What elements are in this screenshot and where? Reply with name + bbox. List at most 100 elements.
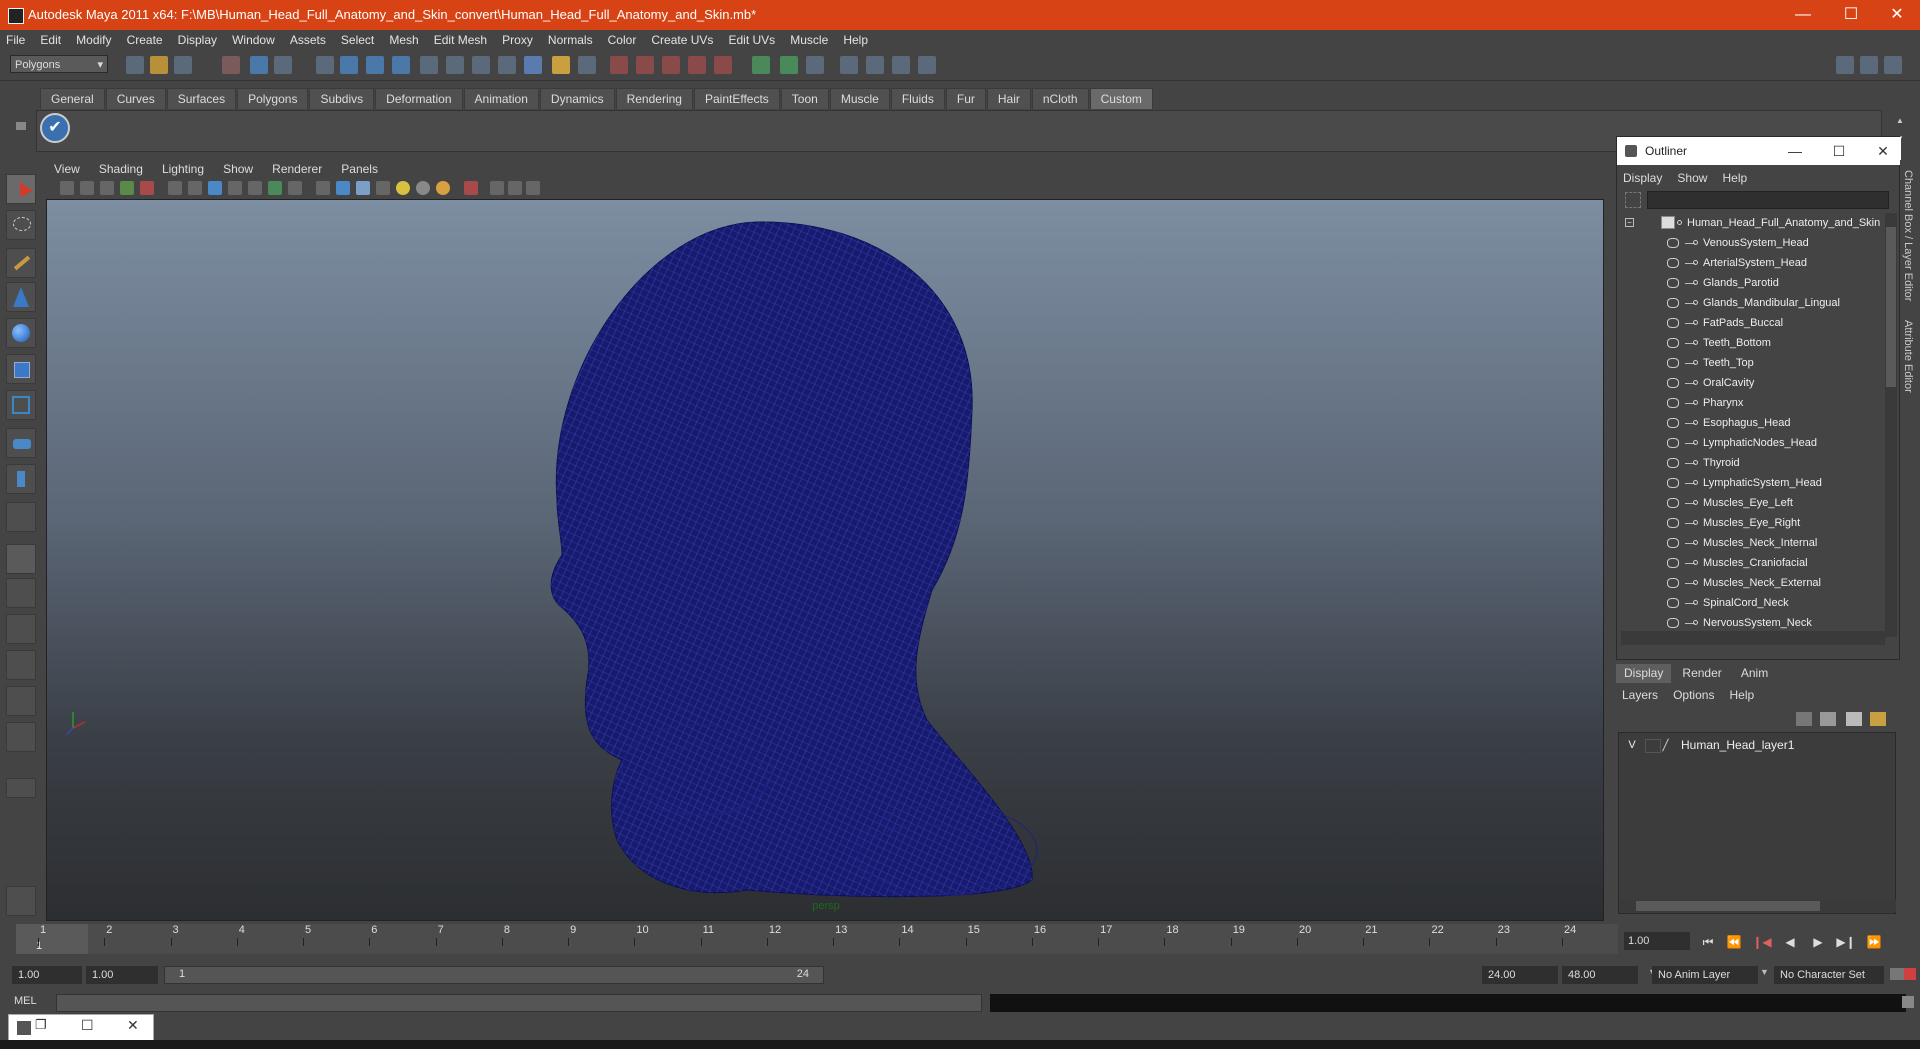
outliner-item[interactable]: SpinalCord_Neck	[1621, 593, 1885, 613]
ipr-render-icon[interactable]	[714, 56, 732, 74]
layer-name[interactable]: Human_Head_layer1	[1681, 735, 1794, 755]
wireframe-icon[interactable]	[316, 181, 330, 195]
select-object-icon[interactable]	[250, 56, 268, 74]
shelf-tab-rendering[interactable]: Rendering	[615, 88, 693, 109]
menu-mesh[interactable]: Mesh	[383, 30, 424, 50]
layer-color-swatch[interactable]	[1662, 738, 1669, 752]
menu-window[interactable]: Window	[226, 30, 281, 50]
tool-settings-toggle-icon[interactable]	[892, 56, 910, 74]
shelf-tab-hair[interactable]: Hair	[986, 88, 1031, 109]
menu-create-uvs[interactable]: Create UVs	[645, 30, 719, 50]
maya-app-icon[interactable]	[8, 8, 24, 24]
layer-editor-toggle-icon[interactable]	[918, 56, 936, 74]
soft-mod-tool-icon[interactable]	[6, 428, 36, 458]
manipulator-tool-icon[interactable]	[6, 390, 36, 420]
render-view-icon[interactable]	[806, 56, 824, 74]
outliner-item[interactable]: Muscles_Eye_Right	[1621, 513, 1885, 533]
new-layer-icon[interactable]	[1796, 712, 1812, 726]
close-mini-button[interactable]: ✕	[127, 1017, 145, 1034]
layer-move-up-icon[interactable]	[1846, 712, 1862, 726]
use-all-lights-icon[interactable]	[396, 181, 410, 195]
current-frame-field[interactable]: 1.00	[1624, 932, 1690, 950]
layer-display-type-box[interactable]	[1645, 739, 1661, 753]
outliner-item[interactable]: VenousSystem_Head	[1621, 233, 1885, 253]
maximize-button[interactable]: ☐	[1828, 0, 1874, 30]
layer-options-icon[interactable]	[1870, 712, 1886, 726]
persp-outliner-layout-icon[interactable]	[6, 614, 36, 644]
show-hide-tool-settings-icon[interactable]	[1860, 56, 1878, 74]
outliner-item[interactable]: Esophagus_Head	[1621, 413, 1885, 433]
step-back-frame-button[interactable]: ❙◀	[1752, 934, 1772, 950]
restore-button[interactable]: ❐	[35, 1017, 53, 1033]
script-editor-button-icon[interactable]	[1902, 996, 1914, 1008]
attribute-editor-toggle-icon[interactable]	[866, 56, 884, 74]
snap-live-icon[interactable]	[472, 56, 490, 74]
shelf-tab-fur[interactable]: Fur	[945, 88, 986, 109]
render-current-icon[interactable]	[688, 56, 706, 74]
play-forwards-button[interactable]: ▶	[1808, 934, 1828, 950]
hypershade-persp-layout-icon[interactable]	[6, 686, 36, 716]
snap-curve-icon[interactable]	[340, 56, 358, 74]
anim-start-field[interactable]: 1.00	[12, 966, 82, 984]
layer-menu-options[interactable]: Options	[1667, 686, 1720, 704]
outliner-menu-display[interactable]: Display	[1617, 169, 1668, 187]
shelf-tab-curves[interactable]: Curves	[105, 88, 166, 109]
anim-end-field[interactable]: 48.00	[1562, 966, 1638, 984]
layer-menu-help[interactable]: Help	[1724, 686, 1761, 704]
animation-prefs-icon[interactable]	[1904, 968, 1916, 980]
outliner-root-item[interactable]: − Human_Head_Full_Anatomy_and_Skin	[1621, 213, 1885, 233]
construction-history-icon[interactable]	[662, 56, 680, 74]
outliner-item[interactable]: ArterialSystem_Head	[1621, 253, 1885, 273]
outliner-item[interactable]: Muscles_Eye_Left	[1621, 493, 1885, 513]
checkmark-shelf-button[interactable]: ✔	[40, 113, 70, 143]
outliner-filter-input[interactable]	[1647, 191, 1889, 209]
persp-graph-hypershade-layout-icon[interactable]	[6, 722, 36, 752]
outliner-item[interactable]: Glands_Mandibular_Lingual	[1621, 293, 1885, 313]
outliner-minimize-button[interactable]: —	[1785, 141, 1805, 161]
outliner-item[interactable]: Pharynx	[1621, 393, 1885, 413]
command-input[interactable]	[56, 994, 982, 1012]
playback-start-field[interactable]: 1.00	[86, 966, 158, 984]
shelf-tab-deformation[interactable]: Deformation	[375, 88, 463, 109]
outliner-item[interactable]: Muscles_Craniofacial	[1621, 553, 1885, 573]
xray-icon[interactable]	[490, 181, 504, 195]
time-slider[interactable]: 1 1 2 3 4 5 6 7 8 9 10 11 12 13 14 15 16 17 18 19 20 21 22 23 2…	[16, 924, 1618, 954]
character-set-chevron-icon[interactable]: ▼	[1760, 967, 1769, 977]
two-d-pan-zoom-icon[interactable]	[140, 181, 154, 195]
new-scene-icon[interactable]	[126, 56, 144, 74]
layer-tab-display[interactable]: Display	[1616, 664, 1672, 683]
isolate-select-icon[interactable]	[464, 181, 478, 195]
film-gate-icon[interactable]	[188, 181, 202, 195]
shelf-tab-polygons[interactable]: Polygons	[237, 88, 309, 109]
last-tool-icon[interactable]	[6, 502, 36, 532]
shelf-tab-general[interactable]: General	[40, 88, 105, 109]
show-hide-attribute-editor-icon[interactable]	[1836, 56, 1854, 74]
help-line-icon[interactable]	[524, 56, 542, 74]
shelf-menu-handle[interactable]	[10, 88, 30, 148]
menu-assets[interactable]: Assets	[284, 30, 332, 50]
shelf-tab-ncloth[interactable]: nCloth	[1031, 88, 1089, 109]
lock-camera-icon[interactable]	[80, 181, 94, 195]
shelf-tab-fluids[interactable]: Fluids	[890, 88, 945, 109]
outliner-item[interactable]: LymphaticSystem_Head	[1621, 473, 1885, 493]
shelf-tab-surfaces[interactable]: Surfaces	[166, 88, 237, 109]
menu-edit[interactable]: Edit	[34, 30, 67, 50]
menu-select[interactable]: Select	[335, 30, 380, 50]
outliner-scroll-thumb[interactable]	[1886, 227, 1896, 387]
shelf-tab-animation[interactable]: Animation	[463, 88, 539, 109]
persp-graph-layout-icon[interactable]	[6, 650, 36, 680]
outliner-filter-icon[interactable]	[1625, 192, 1641, 208]
current-time-marker[interactable]: 1	[16, 924, 88, 954]
outliner-item[interactable]: Thyroid	[1621, 453, 1885, 473]
shadows-icon[interactable]	[416, 181, 430, 195]
select-camera-icon[interactable]	[60, 181, 74, 195]
close-button[interactable]: ✕	[1874, 0, 1920, 30]
snap-grid-icon[interactable]	[316, 56, 334, 74]
menu-help[interactable]: Help	[837, 30, 874, 50]
channel-box-tab[interactable]: Channel Box / Layer Editor	[1902, 170, 1914, 301]
new-layer-selected-icon[interactable]	[1820, 712, 1836, 726]
panel-menu-view[interactable]: View	[46, 160, 88, 178]
menu-display[interactable]: Display	[172, 30, 223, 50]
outliner-item[interactable]: OralCavity	[1621, 373, 1885, 393]
select-hierarchy-icon[interactable]	[222, 56, 240, 74]
